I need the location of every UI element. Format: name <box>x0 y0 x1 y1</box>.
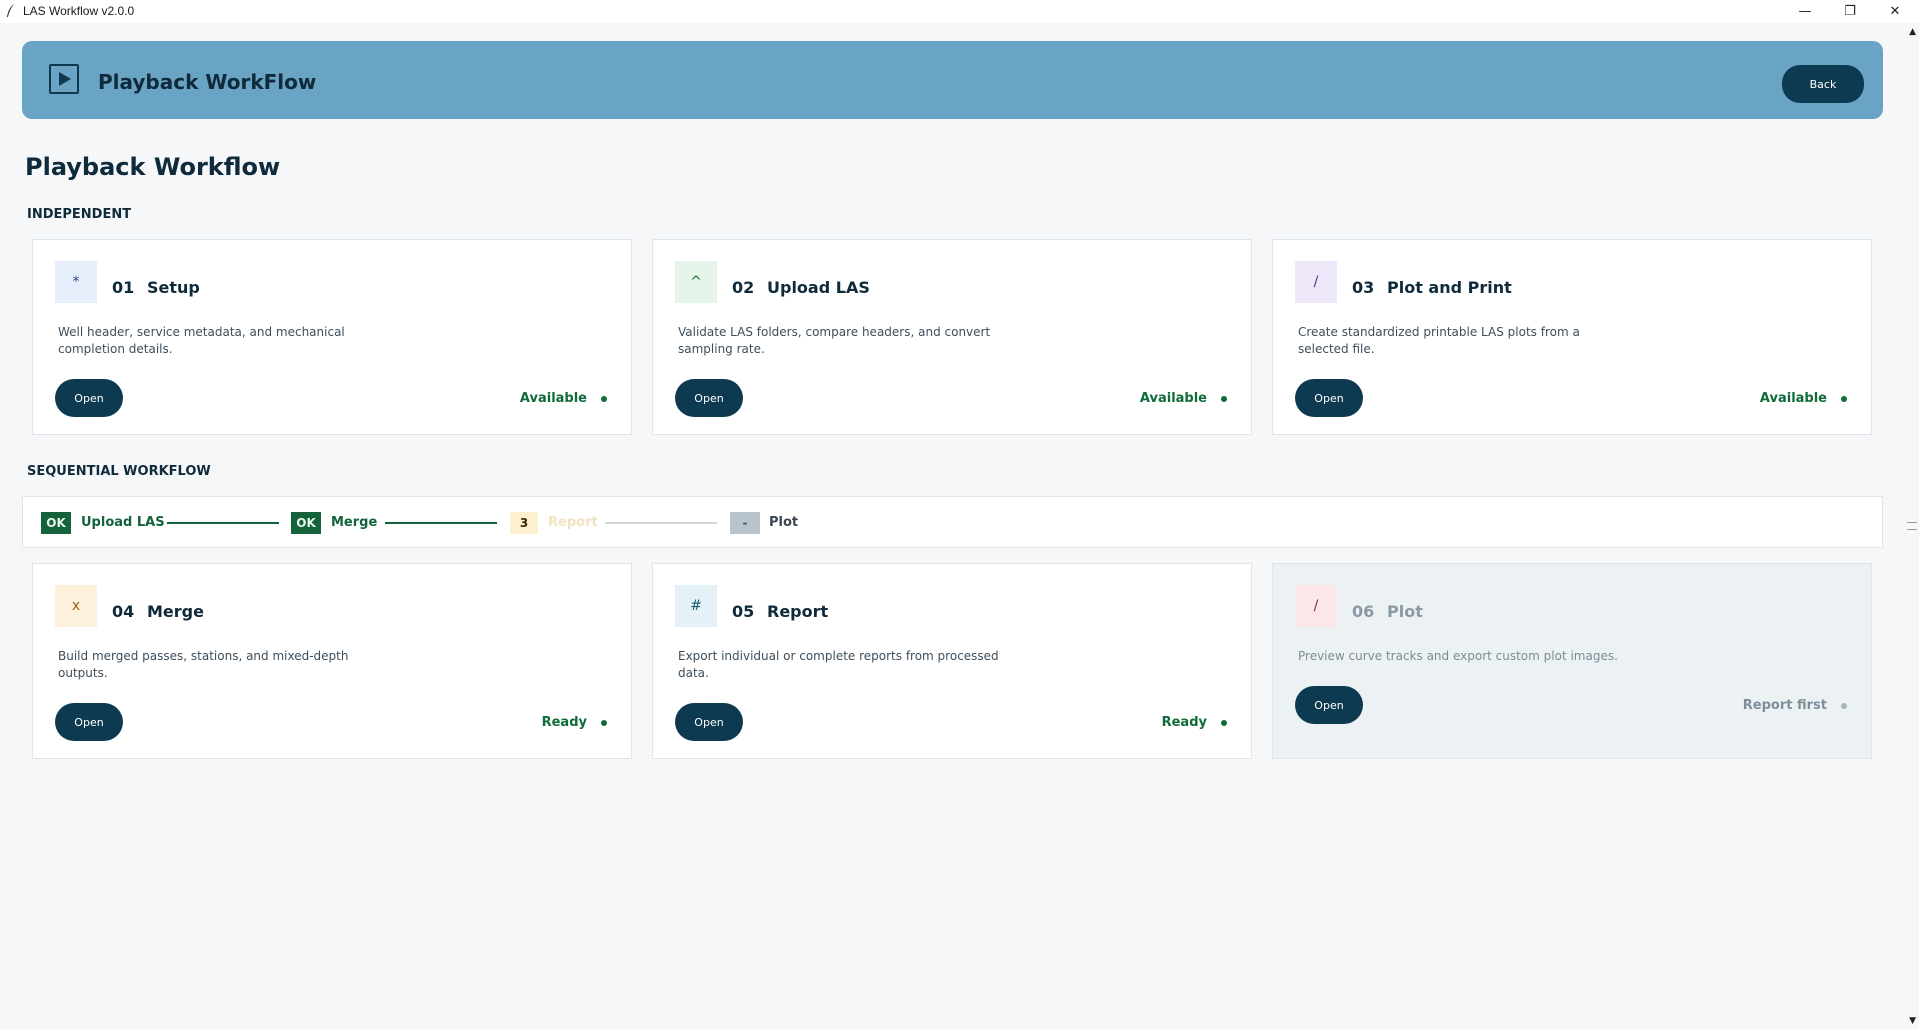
status-text: Available <box>1759 391 1827 406</box>
status-dot-icon <box>1841 702 1847 709</box>
status-text: Report first <box>1742 698 1827 713</box>
status-text: Available <box>519 391 587 406</box>
step-connector <box>167 522 279 524</box>
step-label-plot: Plot <box>769 515 799 530</box>
setup-icon: * <box>55 261 97 303</box>
step-badge-merge: OK <box>291 512 321 534</box>
open-report-button[interactable]: Open <box>675 703 743 741</box>
report-icon: # <box>675 585 717 627</box>
open-setup-button[interactable]: Open <box>55 379 123 417</box>
open-upload-las-button[interactable]: Open <box>675 379 743 417</box>
close-button[interactable]: ✕ <box>1873 0 1917 23</box>
card-description: Create standardized printable LAS plots … <box>1298 325 1580 356</box>
card-upload-las: ^ 02 Upload LAS Validate LAS folders, co… <box>652 239 1252 435</box>
play-icon <box>49 64 79 94</box>
plot-icon: / <box>1295 585 1337 627</box>
status-badge: Available <box>520 391 607 406</box>
workflow-progress: OK Upload LAS OK Merge 3 Report - Plot <box>22 496 1883 548</box>
card-number: 03 <box>1352 278 1375 297</box>
card-title: Report <box>767 602 829 621</box>
step-badge-report: 3 <box>510 512 538 534</box>
merge-icon: x <box>55 585 97 627</box>
maximize-button[interactable]: ❐ <box>1828 0 1872 23</box>
card-title: Plot <box>1387 602 1423 621</box>
page-title: Playback Workflow <box>25 153 281 181</box>
card-title: Upload LAS <box>767 278 870 297</box>
card-description: Export individual or complete reports fr… <box>678 649 999 680</box>
card-description: Build merged passes, stations, and mixed… <box>58 649 349 680</box>
scroll-up-icon[interactable]: ▲ <box>1909 27 1916 37</box>
step-badge-upload: OK <box>41 512 71 534</box>
status-badge: Ready <box>542 715 607 730</box>
card-report: # 05 Report Export individual or complet… <box>652 563 1252 759</box>
card-number: 01 <box>112 278 135 297</box>
status-dot-icon <box>1221 395 1227 402</box>
card-number: 06 <box>1352 602 1375 621</box>
step-badge-plot: - <box>730 512 760 534</box>
card-merge: x 04 Merge Build merged passes, stations… <box>32 563 632 759</box>
status-badge: Available <box>1760 391 1847 406</box>
open-plot-button[interactable]: Open <box>1295 686 1363 724</box>
card-description: Validate LAS folders, compare headers, a… <box>678 325 991 356</box>
status-dot-icon <box>1221 719 1227 726</box>
minimize-button[interactable]: — <box>1783 0 1827 23</box>
step-label-upload: Upload LAS <box>81 515 165 530</box>
sequential-section-label: SEQUENTIAL WORKFLOW <box>27 464 211 479</box>
step-label-report: Report <box>548 515 598 530</box>
step-connector <box>605 522 717 524</box>
status-text: Ready <box>541 715 587 730</box>
scroll-thumb-grip[interactable] <box>1907 522 1917 530</box>
plot-print-icon: / <box>1295 261 1337 303</box>
card-number: 04 <box>112 602 135 621</box>
header-banner: Playback WorkFlow Back <box>22 41 1883 119</box>
status-badge: Report first <box>1743 698 1847 713</box>
window-title: LAS Workflow v2.0.0 <box>23 4 135 18</box>
status-dot-icon <box>601 395 607 402</box>
step-connector <box>385 522 497 524</box>
open-plot-and-print-button[interactable]: Open <box>1295 379 1363 417</box>
card-title: Setup <box>147 278 200 297</box>
status-dot-icon <box>1841 395 1847 402</box>
status-text: Available <box>1139 391 1207 406</box>
card-title: Merge <box>147 602 204 621</box>
card-description: Preview curve tracks and export custom p… <box>1298 649 1618 663</box>
back-button[interactable]: Back <box>1782 65 1864 103</box>
independent-section-label: INDEPENDENT <box>27 207 132 222</box>
card-title: Plot and Print <box>1387 278 1512 297</box>
card-number: 02 <box>732 278 755 297</box>
card-number: 05 <box>732 602 755 621</box>
card-setup: * 01 Setup Well header, service metadata… <box>32 239 632 435</box>
open-merge-button[interactable]: Open <box>55 703 123 741</box>
header-title: Playback WorkFlow <box>98 70 317 94</box>
status-dot-icon <box>601 719 607 726</box>
upload-icon: ^ <box>675 261 717 303</box>
feather-icon <box>7 4 14 17</box>
status-badge: Ready <box>1162 715 1227 730</box>
status-badge: Available <box>1140 391 1227 406</box>
status-text: Ready <box>1161 715 1207 730</box>
scroll-down-icon[interactable]: ▼ <box>1909 1016 1916 1026</box>
window-titlebar: LAS Workflow v2.0.0 — ❐ ✕ <box>0 0 1919 23</box>
card-plot: / 06 Plot Preview curve tracks and expor… <box>1272 563 1872 759</box>
card-description: Well header, service metadata, and mecha… <box>58 325 345 356</box>
card-plot-and-print: / 03 Plot and Print Create standardized … <box>1272 239 1872 435</box>
step-label-merge: Merge <box>331 515 378 530</box>
